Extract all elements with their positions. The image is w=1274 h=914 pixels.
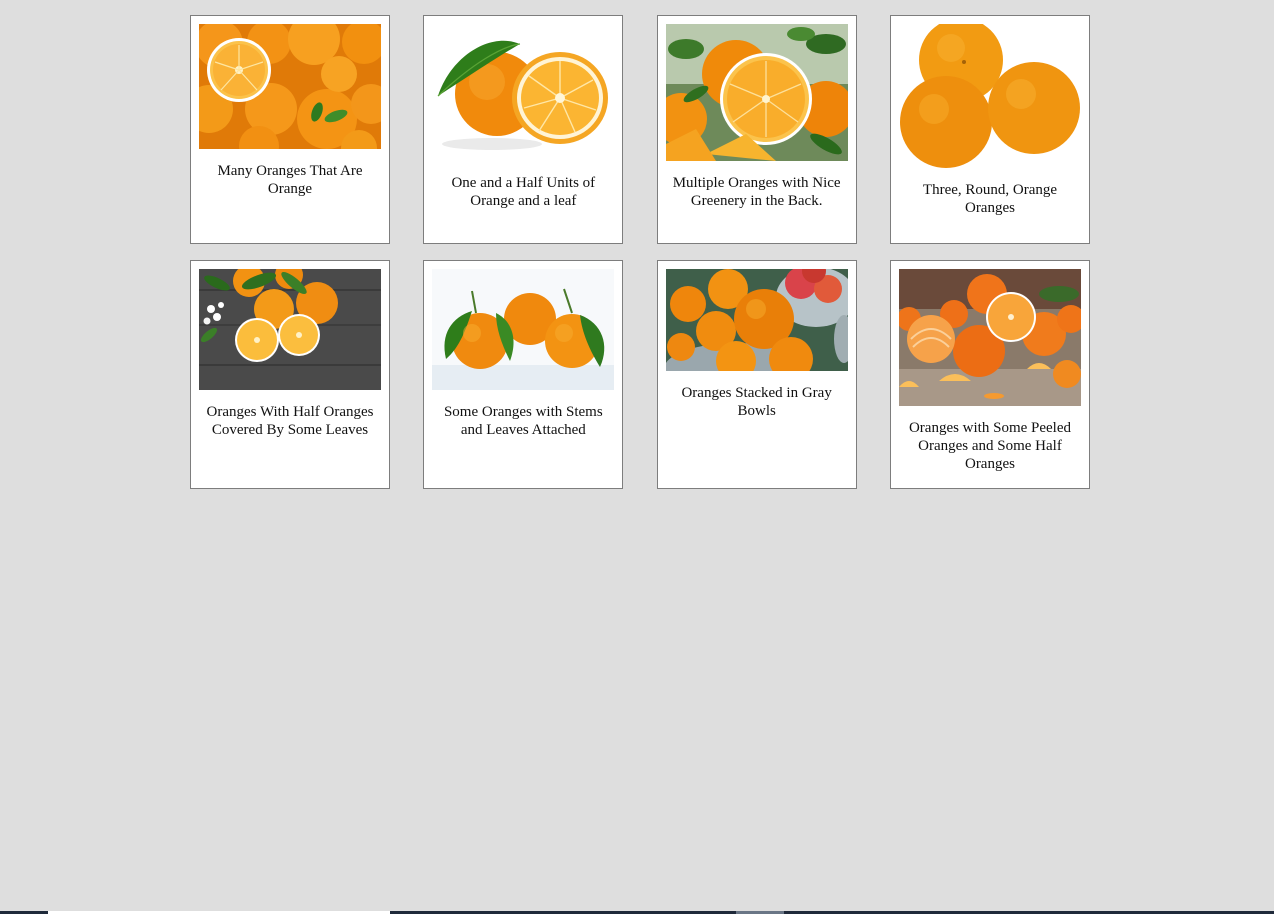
oranges-greenery-photo bbox=[665, 24, 848, 161]
oranges-stems-photo bbox=[432, 269, 615, 390]
gallery-card[interactable]: Multiple Oranges with Nice Greenery in t… bbox=[656, 15, 857, 244]
gallery-card[interactable]: Oranges Stacked in Gray Bowls bbox=[656, 260, 857, 489]
image-gallery: Many Oranges That Are Orange One and a H… bbox=[190, 15, 1090, 489]
gallery-caption: Many Oranges That Are Orange bbox=[217, 163, 363, 197]
orange-pile-photo bbox=[199, 24, 381, 149]
peeled-oranges-photo bbox=[898, 269, 1081, 406]
gallery-caption: Oranges with Some Peeled Oranges and Som… bbox=[908, 420, 1072, 472]
gallery-caption: Three, Round, Orange Oranges bbox=[922, 182, 1058, 216]
gallery-card[interactable]: One and a Half Units of Orange and a lea… bbox=[423, 15, 624, 244]
gallery-card[interactable]: Oranges With Half Oranges Covered By Som… bbox=[190, 260, 390, 489]
gallery-caption: Some Oranges with Stems and Leaves Attac… bbox=[443, 404, 603, 438]
oranges-bowls-photo bbox=[665, 269, 848, 371]
oranges-dark-wood-photo bbox=[199, 269, 381, 390]
orange-half-leaf-photo bbox=[432, 24, 615, 161]
gallery-card[interactable]: Many Oranges That Are Orange bbox=[190, 15, 390, 244]
gallery-card[interactable]: Three, Round, Orange Oranges bbox=[889, 15, 1090, 244]
gallery-card[interactable]: Some Oranges with Stems and Leaves Attac… bbox=[423, 260, 624, 489]
gallery-card[interactable]: Oranges with Some Peeled Oranges and Som… bbox=[889, 260, 1090, 489]
gallery-caption: Oranges With Half Oranges Covered By Som… bbox=[206, 404, 374, 438]
gallery-caption: Oranges Stacked in Gray Bowls bbox=[681, 385, 832, 419]
gallery-caption: One and a Half Units of Orange and a lea… bbox=[451, 175, 596, 209]
three-oranges-photo bbox=[898, 24, 1081, 168]
gallery-caption: Multiple Oranges with Nice Greenery in t… bbox=[672, 175, 841, 209]
